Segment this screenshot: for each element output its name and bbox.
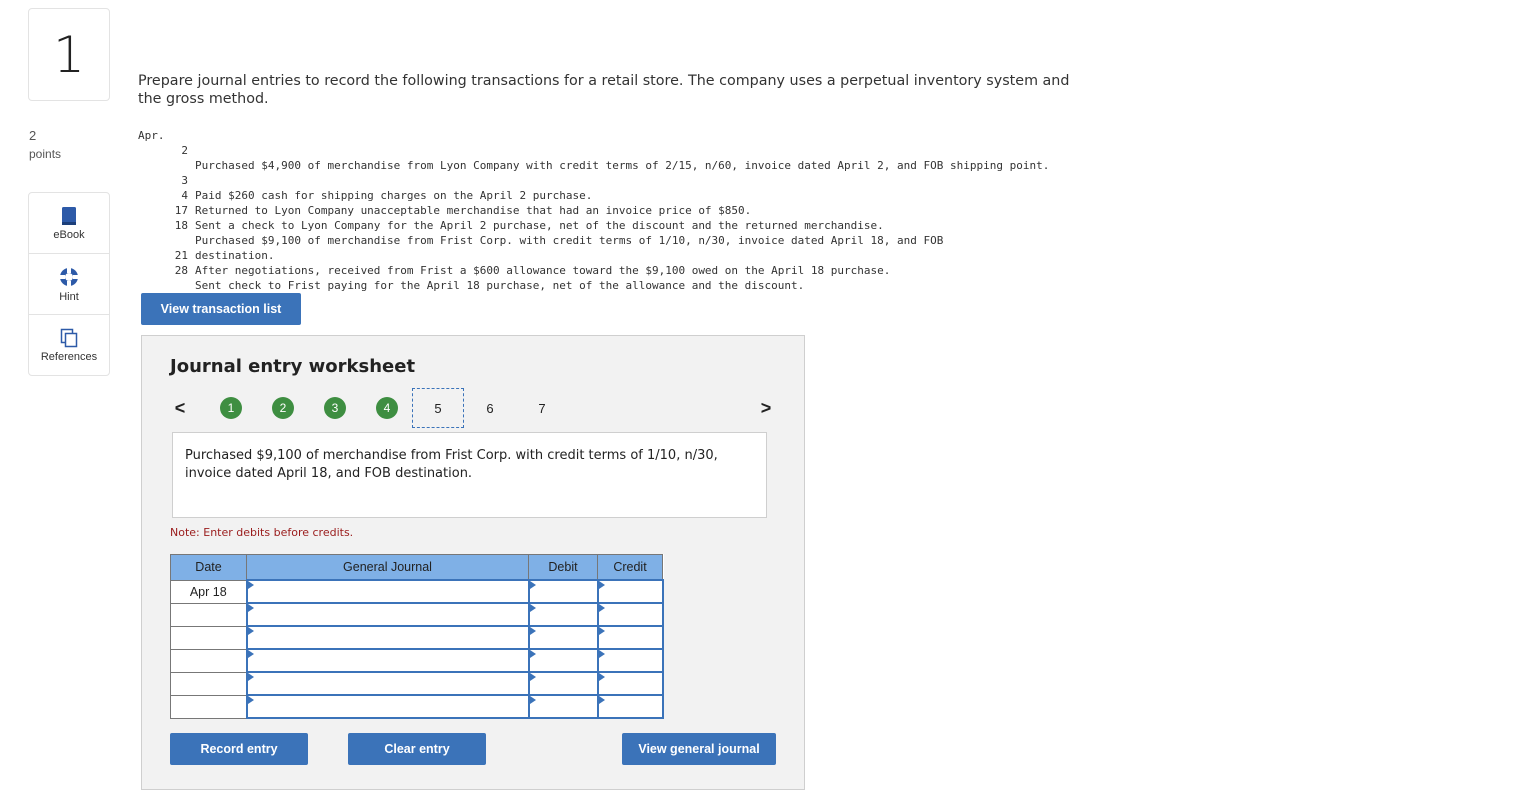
step-4-button[interactable]: 4 [376,396,398,420]
record-entry-button[interactable]: Record entry [170,733,308,765]
date-cell [170,648,247,673]
clear-entry-button[interactable]: Clear entry [348,733,486,765]
transaction-item: 4 Returned to Lyon Company unacceptable … [181,189,752,217]
date-cell [170,694,247,719]
col-general-journal-header: General Journal [246,554,529,581]
account-select[interactable] [245,648,530,673]
credit-input[interactable] [596,602,664,627]
question-number: 1 [28,8,110,101]
journal-entry-table: Date General Journal Debit Credit Apr 18 [170,554,664,719]
debit-input[interactable] [527,602,599,627]
credit-input[interactable] [596,579,664,604]
points-value: 2 [29,128,37,143]
date-cell: Apr 18 [170,579,247,604]
debit-input[interactable] [527,694,599,719]
date-cell [170,671,247,696]
copy-icon [60,328,78,348]
step-7-button[interactable]: 7 [531,396,553,420]
col-credit-header: Credit [597,554,663,581]
table-row [170,694,664,719]
debit-input[interactable] [527,579,599,604]
step-3-button[interactable]: 3 [324,396,346,420]
transaction-item: 2 Purchased $4,900 of merchandise from L… [181,144,1050,172]
references-label: References [40,351,98,363]
tools-panel: eBook Hint References [28,192,110,376]
account-select[interactable] [245,694,530,719]
ebook-button[interactable]: eBook [29,193,109,254]
date-cell [170,602,247,627]
hint-label: Hint [59,290,79,303]
credit-input[interactable] [596,694,664,719]
credit-input[interactable] [596,671,664,696]
transaction-item: 17 Sent a check to Lyon Company for the … [174,204,884,232]
transaction-list: Apr. 2 Purchased $4,900 of merchandise f… [138,128,1050,292]
hint-button[interactable]: Hint [29,254,109,315]
transaction-item: 18 Purchased $9,100 of merchandise from … [174,219,944,262]
points-label: points [29,147,62,161]
table-row [170,671,664,696]
col-debit-header: Debit [528,554,598,581]
question-prompt: Prepare journal entries to record the fo… [138,73,1070,107]
entry-note: Note: Enter debits before credits. [170,526,354,539]
step-5-button-current[interactable]: 5 [412,388,464,428]
transaction-description: Purchased $9,100 of merchandise from Fri… [172,432,767,518]
transaction-item: 28 Sent check to Frist paying for the Ap… [174,264,805,292]
account-select[interactable] [245,579,530,604]
step-1-button[interactable]: 1 [220,396,242,420]
col-date-header: Date [170,554,247,581]
book-icon [62,206,76,225]
credit-input[interactable] [596,648,664,673]
step-2-button[interactable]: 2 [272,396,294,420]
view-general-journal-button[interactable]: View general journal [622,733,776,765]
transaction-item: 21 After negotiations, received from Fri… [174,249,891,277]
step-6-button[interactable]: 6 [479,396,501,420]
debit-input[interactable] [527,671,599,696]
next-arrow-button[interactable]: > [756,396,776,420]
debit-input[interactable] [527,625,599,650]
transaction-item: 3 Paid $260 cash for shipping charges on… [181,174,593,202]
worksheet-title: Journal entry worksheet [170,356,416,377]
references-button[interactable]: References [29,315,109,376]
journal-entry-worksheet: Journal entry worksheet < 1 2 3 4 5 6 7 … [141,335,805,790]
table-row [170,602,664,627]
credit-input[interactable] [596,625,664,650]
account-select[interactable] [245,625,530,650]
date-cell [170,625,247,650]
table-row: Apr 18 [170,579,664,604]
ebook-label: eBook [53,228,85,241]
debit-input[interactable] [527,648,599,673]
view-transaction-list-button[interactable]: View transaction list [141,293,301,325]
prev-arrow-button[interactable]: < [170,396,190,420]
account-select[interactable] [245,602,530,627]
table-row [170,648,664,673]
account-select[interactable] [245,671,530,696]
lifebuoy-icon [60,267,78,286]
table-header-row: Date General Journal Debit Credit [170,554,663,581]
table-row [170,625,664,650]
